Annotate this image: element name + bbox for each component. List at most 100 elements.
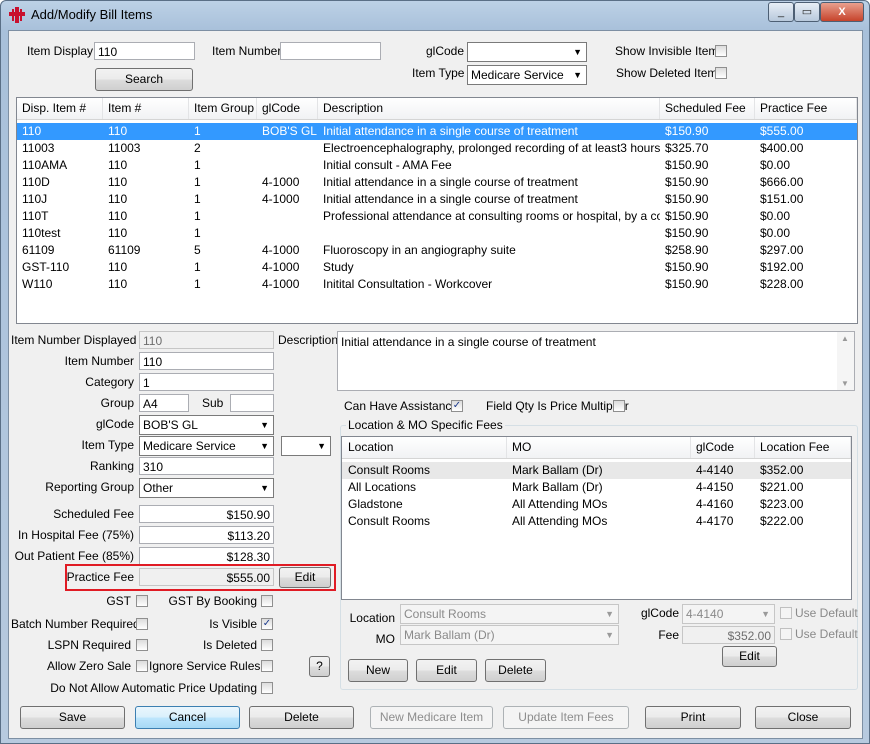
description-value: Initial attendance in a single course of…: [341, 335, 596, 349]
help-button[interactable]: ?: [309, 656, 330, 677]
column-header[interactable]: MO: [507, 437, 691, 458]
location-delete-button[interactable]: Delete: [485, 659, 546, 682]
column-header[interactable]: glCode: [257, 98, 318, 119]
update-item-fees-button[interactable]: Update Item Fees: [503, 706, 629, 729]
location-fee-row[interactable]: Consult Rooms Mark Ballam (Dr) 4-4140 $352.…: [342, 462, 851, 479]
close-button[interactable]: Close: [755, 706, 851, 729]
location-fee-edit-button[interactable]: Edit: [722, 646, 777, 667]
scheduled-fee-label: Scheduled Fee: [53, 507, 134, 521]
glcode-select[interactable]: BOB'S GL ▼: [139, 415, 274, 435]
show-invisible-checkbox[interactable]: [715, 45, 727, 57]
print-button[interactable]: Print: [645, 706, 741, 729]
table-row[interactable]: 110D 110 1 4-1000 Initial attendance in a si…: [17, 174, 857, 191]
can-have-assistance-checkbox[interactable]: ✓: [451, 400, 463, 412]
glcode-use-default-checkbox[interactable]: [780, 607, 792, 619]
new-medicare-item-button[interactable]: New Medicare Item: [370, 706, 493, 729]
practice-fee-edit-button[interactable]: Edit: [279, 567, 331, 588]
chevron-down-icon: ▼: [260, 420, 269, 430]
is-visible-checkbox[interactable]: ✓: [261, 618, 273, 630]
glcode-search-select[interactable]: ▼: [467, 42, 587, 62]
category-input[interactable]: 1: [139, 373, 274, 391]
column-header[interactable]: glCode: [691, 437, 755, 458]
app-logo-icon: [9, 7, 25, 23]
location-fee-input[interactable]: $352.00: [682, 626, 775, 644]
table-row[interactable]: 110J 110 1 4-1000 Initial attendance in a si…: [17, 191, 857, 208]
sub-input[interactable]: [230, 394, 274, 412]
item-number-displayed-input[interactable]: 110: [139, 331, 274, 349]
location-select[interactable]: Consult Rooms ▼: [400, 604, 619, 624]
ranking-input[interactable]: 310: [139, 457, 274, 475]
column-header[interactable]: Disp. Item #: [17, 98, 103, 119]
item-number-input[interactable]: 110: [139, 352, 274, 370]
location-new-button[interactable]: New: [348, 659, 408, 682]
location-glcode-select[interactable]: 4-4140 ▼: [682, 604, 775, 624]
table-cell: 4-4150: [696, 480, 734, 494]
table-cell: All Attending MOs: [512, 497, 608, 511]
column-header[interactable]: Item #: [103, 98, 189, 119]
table-row[interactable]: 61109 61109 5 4-1000 Fluoroscopy in an angio…: [17, 242, 857, 259]
table-cell: 110: [108, 209, 128, 223]
title-bar[interactable]: Add/Modify Bill Items _ ▭ X: [1, 1, 869, 29]
table-row[interactable]: W110 110 1 4-1000 Initital Consultation - Wo…: [17, 276, 857, 293]
items-grid[interactable]: Disp. Item # Item # Item Group glCode De…: [16, 97, 858, 324]
close-window-button[interactable]: X: [820, 2, 864, 22]
search-button[interactable]: Search: [95, 68, 193, 91]
location-fee-row[interactable]: Gladstone All Attending MOs 4-4160 $223.00: [342, 496, 851, 513]
table-cell: $297.00: [760, 243, 804, 257]
table-cell: [257, 208, 318, 225]
table-row[interactable]: 110T 110 1 Professional attendance at consu…: [17, 208, 857, 225]
item-type-search-value: Medicare Service: [471, 68, 564, 82]
table-cell: $150.90: [665, 192, 709, 206]
item-type-search-select[interactable]: Medicare Service ▼: [467, 65, 587, 85]
mo-select[interactable]: Mark Ballam (Dr) ▼: [400, 625, 619, 645]
delete-button[interactable]: Delete: [249, 706, 354, 729]
column-header[interactable]: Location Fee: [755, 437, 851, 458]
table-row[interactable]: 110AMA 110 1 Initial consult - AMA Fee $150.…: [17, 157, 857, 174]
description-scrollbar[interactable]: ▲ ▼: [837, 332, 854, 390]
description-textarea[interactable]: Initial attendance in a single course of…: [337, 331, 855, 391]
column-header[interactable]: Scheduled Fee: [660, 98, 755, 119]
table-cell: [257, 140, 318, 157]
allow-zero-sale-checkbox[interactable]: [136, 660, 148, 672]
show-deleted-checkbox[interactable]: [715, 67, 727, 79]
maximize-button[interactable]: ▭: [794, 2, 820, 22]
field-qty-checkbox[interactable]: [613, 400, 625, 412]
in-hospital-fee-input[interactable]: $113.20: [139, 526, 274, 544]
lspn-checkbox[interactable]: [136, 639, 148, 651]
out-patient-fee-input[interactable]: $128.30: [139, 547, 274, 565]
table-row[interactable]: 110 110 1 BOB'S GL Initial attendance in a s…: [17, 123, 857, 140]
item-number-search-input[interactable]: [280, 42, 381, 60]
location-fee-row[interactable]: Consult Rooms All Attending MOs 4-4170 $222…: [342, 513, 851, 530]
practice-fee-input[interactable]: $555.00: [139, 568, 274, 586]
no-auto-price-checkbox[interactable]: [261, 682, 273, 694]
column-header[interactable]: Description: [318, 98, 660, 119]
location-edit-button[interactable]: Edit: [416, 659, 477, 682]
table-row[interactable]: 110test 110 1 $150.90 $0.00: [17, 225, 857, 242]
reporting-group-select[interactable]: Other ▼: [139, 478, 274, 498]
is-deleted-checkbox[interactable]: [261, 639, 273, 651]
column-header[interactable]: Practice Fee: [755, 98, 857, 119]
ignore-service-rules-checkbox[interactable]: [261, 660, 273, 672]
reporting-group-value: Other: [143, 481, 174, 495]
item-type-extra-select[interactable]: ▼: [281, 436, 331, 456]
fee-use-default-checkbox[interactable]: [780, 628, 792, 640]
table-cell: 1: [194, 192, 201, 206]
gst-by-booking-label: GST By Booking: [168, 594, 258, 608]
gst-by-booking-checkbox[interactable]: [261, 595, 273, 607]
table-row[interactable]: GST-110 110 1 4-1000 Study $150.90 $192.00: [17, 259, 857, 276]
column-header[interactable]: Item Group: [189, 98, 257, 119]
group-input[interactable]: A4: [139, 394, 189, 412]
location-fees-grid[interactable]: Location MO glCode Location Fee Consult …: [341, 436, 852, 600]
item-display-input[interactable]: 110: [94, 42, 195, 60]
gst-checkbox[interactable]: [136, 595, 148, 607]
location-fee-row[interactable]: All Locations Mark Ballam (Dr) 4-4150 $221.…: [342, 479, 851, 496]
minimize-button[interactable]: _: [768, 2, 794, 22]
batch-number-checkbox[interactable]: [136, 618, 148, 630]
table-row[interactable]: 11003 11003 2 Electroencephalography, prolo…: [17, 140, 857, 157]
table-cell: $150.90: [665, 260, 709, 274]
cancel-button[interactable]: Cancel: [135, 706, 240, 729]
column-header[interactable]: Location: [342, 437, 507, 458]
item-type-select[interactable]: Medicare Service ▼: [139, 436, 274, 456]
save-button[interactable]: Save: [20, 706, 125, 729]
scheduled-fee-input[interactable]: $150.90: [139, 505, 274, 523]
